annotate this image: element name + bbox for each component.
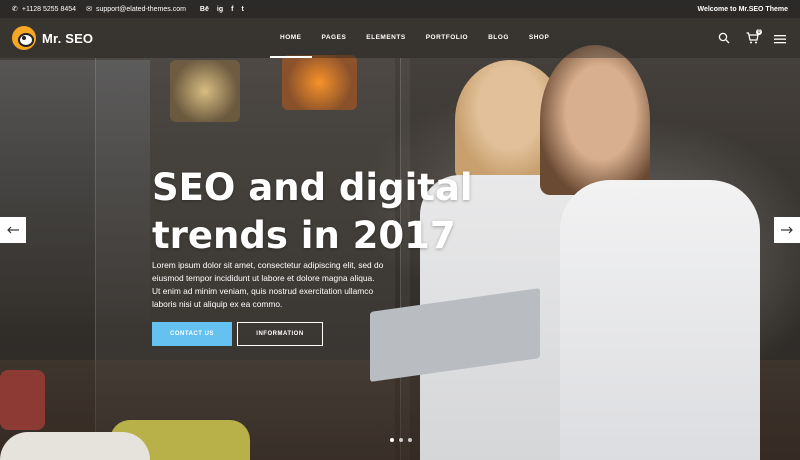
instagram-icon[interactable]: ig (217, 6, 223, 13)
facebook-icon[interactable]: f (231, 6, 233, 13)
twitter-icon[interactable]: t (241, 6, 243, 13)
menu-icon[interactable] (774, 31, 788, 45)
hero-lead-text: Lorem ipsum dolor sit amet, consectetur … (152, 260, 384, 309)
arrow-left-icon (7, 226, 19, 234)
arrow-right-icon (781, 226, 793, 234)
top-bar: ✆ +1128 5255 8454 ✉ support@elated-theme… (0, 0, 800, 18)
nav-item-shop[interactable]: SHOP (519, 18, 559, 58)
phone-icon: ✆ (12, 6, 18, 13)
slider-prev-button[interactable] (0, 217, 26, 243)
nav-item-portfolio[interactable]: PORTFOLIO (416, 18, 478, 58)
information-button[interactable]: INFORMATION (237, 322, 323, 346)
behance-icon[interactable]: Bē (200, 6, 209, 13)
logo-text: Mr. SEO (42, 30, 94, 46)
slider-dot-2[interactable] (399, 438, 403, 442)
nav-item-blog[interactable]: BLOG (478, 18, 519, 58)
email-address[interactable]: support@elated-themes.com (96, 6, 186, 13)
phone-number[interactable]: +1128 5255 8454 (22, 6, 76, 13)
cart-count-badge: 0 (756, 29, 762, 35)
logo-icon (12, 26, 36, 50)
slider-dot-1[interactable] (390, 438, 394, 442)
site-logo[interactable]: Mr. SEO (12, 26, 93, 50)
nav-item-home[interactable]: HOME (270, 18, 312, 58)
main-header: Mr. SEO HOME PAGES ELEMENTS PORTFOLIO BL… (0, 18, 800, 58)
hero-headline-line1: SEO and digital (152, 166, 473, 209)
hero-headline-line2: trends in 2017 (152, 214, 456, 257)
phone-info: ✆ +1128 5255 8454 (12, 5, 76, 14)
email-info: ✉ support@elated-themes.com (86, 5, 186, 14)
nav-item-elements[interactable]: ELEMENTS (356, 18, 415, 58)
cart-icon[interactable]: 0 (746, 29, 762, 45)
mail-icon: ✉ (86, 6, 92, 13)
social-links: Bē ig f t (200, 6, 244, 13)
hero-headline: SEO and digital trends in 2017 (152, 164, 482, 260)
welcome-text: Welcome to Mr.SEO Theme (697, 5, 788, 13)
search-icon[interactable] (718, 31, 732, 45)
slider-pagination (390, 438, 412, 442)
main-nav: HOME PAGES ELEMENTS PORTFOLIO BLOG SHOP (270, 18, 559, 58)
header-icons: 0 (718, 18, 788, 58)
contact-us-button[interactable]: CONTACT US (152, 322, 232, 346)
slider-dot-3[interactable] (408, 438, 412, 442)
slider-next-button[interactable] (774, 217, 800, 243)
nav-item-pages[interactable]: PAGES (312, 18, 357, 58)
